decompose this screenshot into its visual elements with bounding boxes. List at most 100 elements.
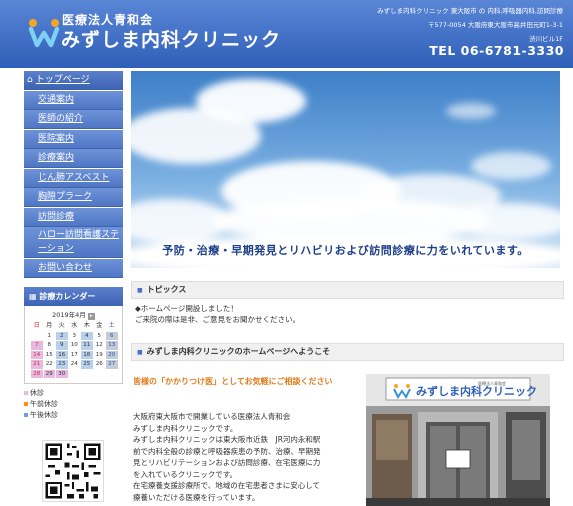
welcome-heading: ■ みずしま内科クリニックのホームページへようこそ bbox=[131, 343, 564, 361]
calendar-month-label: 2019年4月 bbox=[52, 311, 86, 319]
topic-line: ご来院の際は是非、ご意見をお聞かせください。 bbox=[135, 315, 300, 324]
calendar-day: 10 bbox=[70, 342, 78, 349]
weekday-wed: 水 bbox=[71, 322, 78, 330]
calendar-grid: 日 月 火 水 木 金 土 1 2 3 4 5 6 7 8 9 10 11 12… bbox=[30, 321, 119, 379]
header-address: 〒577-0054 大阪府東大阪市高井田元町1-3-1 bbox=[428, 21, 563, 29]
clinic-logo-icon bbox=[28, 19, 60, 48]
topics-heading: ■ トピックス bbox=[131, 281, 564, 299]
legend-item-pm-closed: 午後休診 bbox=[24, 410, 58, 421]
nav-item-plaque[interactable]: 胸隙プラーク bbox=[24, 188, 123, 207]
clinic-name[interactable]: みずしま内科クリニック bbox=[61, 25, 281, 52]
qr-code-icon bbox=[42, 440, 104, 502]
calendar-day: 15 bbox=[45, 351, 53, 358]
home-icon: ⌂ bbox=[27, 75, 33, 85]
nav-item-doctor[interactable]: 医師の紹介 bbox=[24, 110, 123, 129]
nav-item-access[interactable]: 交通案内 bbox=[24, 90, 123, 110]
legend-label: 休診 bbox=[30, 389, 44, 397]
body-line: 療養いただける医療を行っています。 bbox=[133, 492, 260, 502]
body-line: みずしま内科クリニックは東大阪市近鉄 JR河内永和駅 bbox=[133, 435, 321, 444]
nav-item-asbestos[interactable]: じん肺アスベスト bbox=[24, 168, 123, 188]
calendar-day: 23 bbox=[56, 360, 68, 369]
hero-tagline: 予防・治療・早期発見とリハビリおよび訪問診療に力をいれています。 bbox=[162, 244, 529, 257]
calendar-day: 11 bbox=[81, 341, 93, 350]
calendar-day bbox=[106, 370, 118, 379]
calendar-day bbox=[94, 370, 106, 379]
calendar-day: 6 bbox=[106, 331, 118, 340]
welcome-tagline: 皆様の「かかりつけ医」としてお気軽にご相談ください bbox=[133, 377, 333, 386]
calendar-day: 30 bbox=[56, 369, 68, 378]
topics-heading-label: トピックス bbox=[146, 285, 187, 294]
legend-swatch-icon bbox=[24, 391, 28, 395]
header-phone: TEL 06-6781-3330 bbox=[429, 43, 564, 58]
nav-item-top[interactable]: ⌂ トップページ bbox=[24, 71, 123, 90]
calendar-day: 21 bbox=[31, 360, 43, 369]
calendar-day: 27 bbox=[106, 360, 118, 369]
calendar-day: 5 bbox=[97, 332, 102, 339]
bullet-icon: ■ bbox=[137, 349, 143, 356]
weekday-sat: 土 bbox=[108, 322, 115, 330]
calendar-month: 2019年4月 ▸ bbox=[25, 309, 122, 320]
calendar-day: 14 bbox=[31, 350, 43, 359]
calendar-legend: 休診 午前休診 午後休診 bbox=[24, 388, 58, 421]
topic-line: ◆ホームページ開設しました！ bbox=[135, 304, 238, 313]
legend-item-am-closed: 午前休診 bbox=[24, 399, 58, 410]
body-line: を入れているクリニックです。 bbox=[133, 469, 238, 479]
calendar-day: 2 bbox=[56, 331, 68, 340]
calendar-day: 24 bbox=[70, 361, 78, 368]
header-info: みずしま内科クリニック 東大阪市 の 内科,呼吸器内科,訪問診療 〒577-00… bbox=[377, 4, 563, 46]
legend-label: 午後休診 bbox=[30, 411, 58, 419]
weekday-sun: 日 bbox=[33, 322, 40, 330]
calendar-day: 3 bbox=[72, 332, 77, 339]
hero-banner: 予防・治療・早期発見とリハビリおよび訪問診療に力をいれています。 bbox=[131, 71, 560, 268]
legend-item-closed: 休診 bbox=[24, 388, 58, 399]
calendar-icon: ▦ bbox=[29, 292, 40, 301]
photo-sign-sub: 医療法人青和会 bbox=[478, 380, 506, 386]
weekday-fri: 金 bbox=[96, 322, 103, 330]
calendar-day: 16 bbox=[56, 350, 68, 359]
photo-sign-text: みずしま内科クリニック bbox=[416, 384, 537, 398]
calendar-next-icon[interactable]: ▸ bbox=[87, 313, 95, 320]
calendar-day: 22 bbox=[45, 361, 53, 368]
calendar-heading-label: 診療カレンダー bbox=[39, 292, 96, 301]
welcome-body: 大阪府東大阪市で開業している医療法人青和会 みずしま内科クリニックです。 みずし… bbox=[133, 411, 358, 503]
weekday-mon: 月 bbox=[46, 322, 53, 330]
calendar-day: 4 bbox=[81, 331, 93, 340]
nav-item-nursing-station[interactable]: ハロー訪問看護ステーション bbox=[24, 227, 123, 258]
welcome-heading-label: みずしま内科クリニックのホームページへようこそ bbox=[146, 347, 331, 356]
site-header: 医療法人青和会 みずしま内科クリニック みずしま内科クリニック 東大阪市 の 内… bbox=[0, 0, 573, 68]
nav-item-contact[interactable]: お問い合わせ bbox=[24, 258, 123, 278]
bullet-icon: ■ bbox=[137, 287, 143, 294]
nav-item-home-visit[interactable]: 訪問診療 bbox=[24, 207, 123, 227]
nav-item-label: トップページ bbox=[35, 75, 90, 85]
body-line: みずしま内科クリニックです。 bbox=[133, 423, 238, 433]
weekday-tue: 火 bbox=[58, 322, 65, 330]
calendar-day: 1 bbox=[47, 332, 52, 339]
calendar-day: 9 bbox=[56, 341, 68, 350]
body-line: 前で内科全般の診療と呼吸器疾患の予防、治療、早期発 bbox=[133, 446, 321, 456]
calendar-day: 29 bbox=[43, 369, 55, 378]
body-line: 在宅療養支援診療所で、地域の在宅患者さまに安心して bbox=[133, 481, 320, 490]
calendar-day: 18 bbox=[81, 350, 93, 359]
legend-swatch-icon bbox=[24, 413, 28, 417]
header-info-line: みずしま内科クリニック 東大阪市 の 内科,呼吸器内科,訪問診療 bbox=[377, 7, 563, 15]
calendar-day: 28 bbox=[31, 369, 43, 378]
calendar-day bbox=[69, 370, 81, 379]
nav-item-clinic[interactable]: 医院案内 bbox=[24, 129, 123, 149]
calendar-widget: 2019年4月 ▸ 日 月 火 水 木 金 土 1 2 3 4 5 6 7 8 … bbox=[24, 306, 123, 384]
nav-item-medical[interactable]: 診療案内 bbox=[24, 149, 123, 168]
sidebar-nav: ⌂ トップページ 交通案内 医師の紹介 医院案内 診療案内 じん肺アスベスト 胸隙… bbox=[24, 71, 123, 278]
calendar-day: 17 bbox=[70, 351, 78, 358]
calendar-day: 7 bbox=[31, 341, 43, 350]
clinic-photo: みずしま内科クリニック 医療法人青和会 bbox=[366, 374, 550, 506]
sky-image bbox=[131, 71, 560, 268]
weekday-thu: 木 bbox=[83, 322, 90, 330]
calendar-heading: ▦ 診療カレンダー bbox=[24, 287, 123, 306]
topics-body: ◆ホームページ開設しました！ ご来院の際は是非、ご意見をお聞かせください。 bbox=[135, 303, 300, 325]
calendar-day bbox=[81, 370, 93, 379]
body-line: 大阪府東大阪市で開業している医療法人青和会 bbox=[133, 412, 291, 421]
calendar-day: 8 bbox=[47, 342, 52, 349]
clinic-building-image: みずしま内科クリニック 医療法人青和会 bbox=[366, 374, 550, 506]
legend-label: 午前休診 bbox=[30, 400, 58, 408]
calendar-day: 25 bbox=[81, 360, 93, 369]
calendar-day: 13 bbox=[106, 341, 118, 350]
